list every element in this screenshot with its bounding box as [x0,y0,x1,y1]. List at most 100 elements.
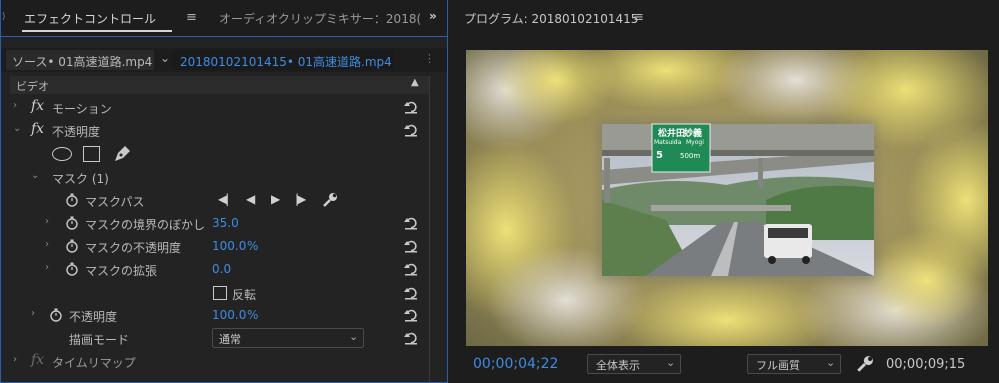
track-backward-one-icon[interactable]: ◀| [218,192,229,206]
sign-text-4: Myogi [686,139,704,146]
scrollbar-track[interactable] [429,76,430,383]
ellipse-mask-icon[interactable] [52,147,72,161]
sign-text-1: 松井田 [658,129,686,139]
fx-icon: fx [31,352,45,368]
chevron-down-icon[interactable]: ⌄ [160,51,170,65]
mask-expansion-value[interactable]: 0.0 [212,262,231,276]
tab-audio-clip-mixer[interactable]: オーディオクリップミキサー：2018( [219,10,421,27]
panel-tab-bar: エフェクトコントロール ≡ オーディオクリップミキサー：2018( » ⟩ [0,0,448,36]
chevron-down-icon: ⌄ [826,356,836,369]
panel-grip-icon: ⟩ [2,12,6,22]
sign-exit: 5 [656,150,663,161]
hamburger-icon[interactable]: ≡ [633,10,644,25]
video-image [466,50,988,346]
track-backward-icon[interactable]: ◀ [246,192,255,206]
hamburger-icon[interactable]: ≡ [186,10,197,25]
chevron-right-icon[interactable]: › [45,262,49,273]
effect-row-opacity[interactable]: ⌄ fx 不透明度 [0,119,448,141]
sign-text-2: 妙義 [684,129,703,139]
blend-mode-row: 描画モード 通常 ⌄ [0,327,448,349]
chevron-right-icon[interactable]: › [31,308,35,319]
chevron-down-icon[interactable]: ⌄ [13,123,21,134]
sign-text-3: Matsuida [654,139,682,146]
pen-mask-icon[interactable] [112,144,132,164]
blend-mode-label: 描画モード [69,333,130,347]
mask-path-row: マスクパス ◀| ◀ ▶ |▶ [0,189,448,211]
opacity-property-label: 不透明度 [69,310,118,324]
time-remap-label: タイムリマップ [52,356,136,370]
sequence-clip-label: 20180102101415• 01高速道路.mp4 [180,55,392,69]
chevron-down-icon: ⌄ [349,330,359,343]
chevron-down-icon: ⌄ [666,356,676,369]
tab-effect-controls[interactable]: エフェクトコントロール [24,10,156,27]
opacity-label: 不透明度 [52,125,101,139]
wrench-icon[interactable] [856,355,874,373]
blend-mode-select[interactable]: 通常 ⌄ [212,328,364,348]
stopwatch-icon[interactable] [65,262,79,276]
effect-row-motion[interactable]: › fx モーション [0,96,448,118]
collapse-up-icon[interactable]: ▲ [411,77,419,88]
mask-group-row[interactable]: ⌄ マスク (1) [0,166,448,188]
program-title[interactable]: プログラム: 20180102101415 [464,10,638,27]
panel-top-border [0,36,448,37]
opacity-property-value[interactable]: 100.0 [212,308,246,322]
duration-timecode: 00;00;09;15 [886,357,966,372]
source-selector-row: ソース• 01高速道路.mp4 ⌄ 20180102101415• 01高速道路… [0,48,448,72]
reset-icon[interactable] [404,262,418,276]
opacity-property-unit: % [247,308,259,322]
fx-icon[interactable]: fx [31,121,44,137]
current-timecode[interactable]: 00;00;04;22 [473,356,558,372]
reset-icon[interactable] [404,239,418,253]
motion-label: モーション [52,102,112,116]
blend-mode-value: 通常 [219,333,241,346]
rectangle-mask-icon[interactable] [83,146,100,162]
fx-icon[interactable]: fx [31,98,44,114]
stopwatch-icon[interactable] [65,216,79,230]
mask-opacity-value[interactable]: 100.0 [212,239,246,253]
active-tab-underline [22,30,172,32]
mask-opacity-row: › マスクの不透明度 100.0 % [0,235,448,257]
mask-tools-row [0,143,448,165]
timeline-grip-icon[interactable]: ⋮ [424,52,435,65]
double-chevron-right-icon[interactable]: » [429,9,437,23]
source-clip-label: ソース• 01高速道路.mp4 [12,55,153,69]
inverted-label: 反転 [232,288,257,302]
chevron-right-icon[interactable]: › [13,354,17,365]
fit-select[interactable]: 全体表示 ⌄ [587,354,681,374]
chevron-right-icon[interactable]: › [45,216,49,227]
sign-dist: 500m [680,152,701,160]
section-video-label: ビデオ [16,80,49,93]
wrench-icon[interactable] [322,192,338,208]
mask-expansion-label: マスクの拡張 [85,264,158,278]
effect-row-time-remap[interactable]: › fx タイムリマップ [0,350,448,372]
stopwatch-icon[interactable] [65,239,79,253]
mask-feather-label: マスクの境界のぼかし [85,218,206,232]
reset-icon[interactable] [404,286,418,300]
stopwatch-icon[interactable] [49,308,63,322]
chevron-right-icon[interactable]: › [45,239,49,250]
mask-opacity-label: マスクの不透明度 [85,241,182,255]
reset-icon[interactable] [404,100,418,114]
track-forward-one-icon[interactable]: |▶ [295,192,306,206]
opacity-property-row: › 不透明度 100.0 % [0,304,448,326]
mask-feather-value[interactable]: 35.0 [212,216,239,230]
fit-value: 全体表示 [596,359,640,372]
reset-icon[interactable] [404,308,418,322]
mask-expansion-row: › マスクの拡張 0.0 [0,258,448,280]
reset-icon[interactable] [404,123,418,137]
stopwatch-icon[interactable] [65,193,79,207]
chevron-down-icon[interactable]: ⌄ [31,170,39,181]
program-video-frame: 松井田 妙義 Matsuida Myogi 5 500m [466,50,988,346]
quality-value: フル画質 [756,359,800,372]
reset-icon[interactable] [404,216,418,230]
mask-opacity-unit: % [247,239,259,253]
reset-icon[interactable] [404,331,418,345]
mask-group-label: マスク (1) [52,172,109,186]
track-forward-icon[interactable]: ▶ [271,192,280,206]
mask-inverted-row: 反転 [0,282,448,304]
quality-select[interactable]: フル画質 ⌄ [747,354,841,374]
inverted-checkbox[interactable] [213,286,227,300]
mask-path-label: マスクパス [85,195,145,209]
video-section-header: ビデオ ▲ [10,76,430,94]
chevron-right-icon[interactable]: › [13,100,17,111]
